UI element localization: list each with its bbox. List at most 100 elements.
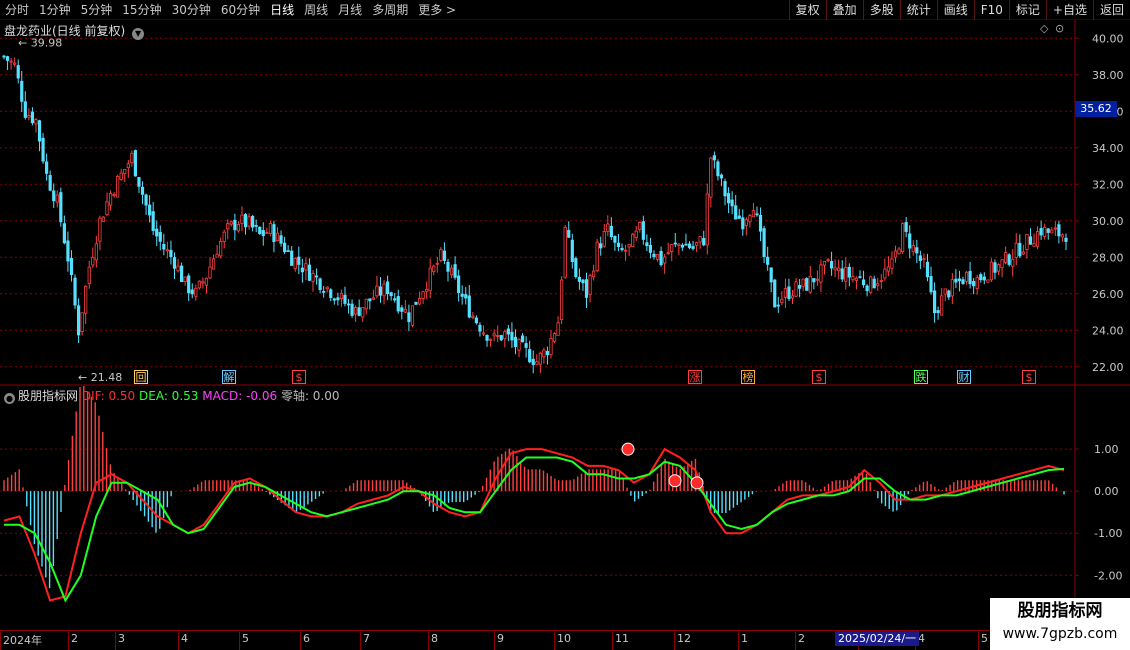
candle-body-273 bbox=[972, 281, 976, 287]
candle-body-249 bbox=[886, 266, 891, 272]
candle-body-292 bbox=[1039, 228, 1043, 236]
candle-body-26 bbox=[94, 243, 98, 261]
candle-body-174 bbox=[620, 248, 624, 251]
date-label-8: 9 bbox=[494, 632, 504, 650]
diamond-icon[interactable]: ◇ bbox=[1040, 22, 1048, 35]
candle-body-173 bbox=[616, 242, 621, 248]
period-tab-5[interactable]: 60分钟 bbox=[216, 0, 265, 20]
tool-button-4[interactable]: 画线 bbox=[936, 0, 974, 20]
kline-tick-label-8: 38.00 bbox=[1092, 69, 1124, 82]
candle-body-138 bbox=[492, 333, 496, 337]
candle-body-113 bbox=[403, 308, 407, 313]
period-tab-9[interactable]: 多周期 bbox=[367, 0, 413, 20]
date-label-3: 4 bbox=[178, 632, 188, 650]
dea-line bbox=[4, 456, 1065, 603]
kline-chart[interactable]: 22.0024.0026.0028.0030.0032.0034.0036.00… bbox=[0, 20, 1130, 630]
candle-body-101 bbox=[361, 307, 365, 318]
candle-body-185 bbox=[659, 250, 663, 266]
event-tag-3[interactable]: 涨 bbox=[688, 370, 702, 384]
date-label-10: 11 bbox=[612, 632, 629, 650]
candle-body-163 bbox=[581, 279, 585, 284]
period-tab-10[interactable]: 更多 > bbox=[413, 0, 461, 20]
period-tab-7[interactable]: 周线 bbox=[299, 0, 333, 20]
chevron-down-icon[interactable]: ▼ bbox=[132, 28, 145, 40]
candle-body-92 bbox=[329, 289, 333, 298]
candle-body-73 bbox=[261, 230, 265, 236]
candle-body-130 bbox=[464, 294, 468, 299]
tool-button-7[interactable]: +自选 bbox=[1045, 0, 1093, 20]
period-tab-0[interactable]: 分时 bbox=[0, 0, 34, 20]
candle-body-277 bbox=[986, 279, 990, 283]
period-tabs: 分时 1分钟 5分钟 15分钟 30分钟 60分钟 日线 周线 月线 多周期 更多 > bbox=[0, 0, 461, 20]
candle-body-287 bbox=[1021, 251, 1025, 255]
period-tab-1[interactable]: 1分钟 bbox=[34, 0, 76, 20]
candle-body-294 bbox=[1046, 228, 1050, 233]
period-tab-8[interactable]: 月线 bbox=[333, 0, 367, 20]
event-tag-2[interactable]: $ bbox=[292, 370, 306, 384]
date-label-13: 2 bbox=[795, 632, 805, 650]
event-tag-1[interactable]: 解 bbox=[222, 370, 236, 384]
candle-body-137 bbox=[489, 338, 493, 341]
candle-body-91 bbox=[325, 286, 329, 290]
candle-body-207 bbox=[737, 215, 741, 219]
candle-body-293 bbox=[1043, 226, 1047, 237]
candle-body-123 bbox=[439, 249, 443, 261]
kline-tick-label-6: 34.00 bbox=[1092, 142, 1124, 155]
tool-button-0[interactable]: 复权 bbox=[788, 0, 826, 20]
period-tab-6[interactable]: 日线 bbox=[265, 0, 299, 20]
candle-body-180 bbox=[641, 221, 645, 240]
candle-body-205 bbox=[730, 199, 734, 207]
tool-button-3[interactable]: 统计 bbox=[899, 0, 937, 20]
candle-body-22 bbox=[80, 312, 84, 332]
candle-body-18 bbox=[66, 240, 70, 262]
candle-body-64 bbox=[229, 221, 233, 225]
candle-body-274 bbox=[975, 277, 979, 289]
tool-button-8[interactable]: 返回 bbox=[1092, 0, 1130, 20]
event-tag-4[interactable]: 榜 bbox=[741, 370, 755, 384]
event-tag-7[interactable]: 财 bbox=[957, 370, 971, 384]
settings-circle-icon[interactable]: ⊙ bbox=[1055, 22, 1064, 35]
tool-button-5[interactable]: F10 bbox=[973, 0, 1009, 20]
candle-body-93 bbox=[332, 298, 336, 301]
candle-body-1 bbox=[5, 56, 10, 61]
event-tag-5[interactable]: $ bbox=[812, 370, 826, 384]
candle-body-204 bbox=[726, 193, 731, 204]
date-cursor-label: 2025/02/24/一 bbox=[835, 631, 920, 646]
candle-body-235 bbox=[837, 267, 841, 272]
candle-body-109 bbox=[389, 292, 393, 297]
candle-body-182 bbox=[648, 244, 653, 253]
candle-body-196 bbox=[698, 236, 702, 243]
event-tag-0[interactable]: 回 bbox=[134, 370, 148, 384]
tool-button-2[interactable]: 多股 bbox=[862, 0, 900, 20]
candle-body-8 bbox=[30, 111, 35, 124]
candle-body-261 bbox=[929, 276, 933, 293]
candle-body-208 bbox=[741, 217, 745, 230]
candle-body-224 bbox=[798, 285, 802, 289]
period-tab-2[interactable]: 5分钟 bbox=[76, 0, 118, 20]
date-label-12: 1 bbox=[738, 632, 748, 650]
tool-button-6[interactable]: 标记 bbox=[1008, 0, 1046, 20]
candle-body-280 bbox=[996, 264, 1001, 272]
period-tab-4[interactable]: 30分钟 bbox=[167, 0, 216, 20]
candle-body-172 bbox=[613, 236, 617, 243]
candle-body-244 bbox=[869, 276, 873, 293]
candle-body-267 bbox=[950, 279, 954, 297]
dea-value: DEA: 0.53 bbox=[139, 389, 199, 403]
tool-button-1[interactable]: 叠加 bbox=[825, 0, 863, 20]
candle-body-202 bbox=[719, 174, 724, 179]
candle-body-164 bbox=[584, 279, 589, 298]
candle-body-72 bbox=[258, 226, 262, 234]
event-tag-8[interactable]: $ bbox=[1022, 370, 1036, 384]
candle-body-297 bbox=[1057, 224, 1061, 237]
event-tag-6[interactable]: 跌 bbox=[914, 370, 928, 384]
indicator-settings-icon[interactable]: ● bbox=[4, 393, 15, 404]
candle-body-21 bbox=[76, 305, 81, 336]
candle-body-0 bbox=[2, 55, 6, 58]
period-tab-3[interactable]: 15分钟 bbox=[117, 0, 166, 20]
candle-body-218 bbox=[776, 304, 780, 307]
candle-body-102 bbox=[364, 298, 368, 310]
candle-body-42 bbox=[151, 211, 155, 231]
candle-body-265 bbox=[943, 288, 947, 295]
candle-body-48 bbox=[172, 257, 177, 269]
candle-body-263 bbox=[936, 310, 940, 314]
